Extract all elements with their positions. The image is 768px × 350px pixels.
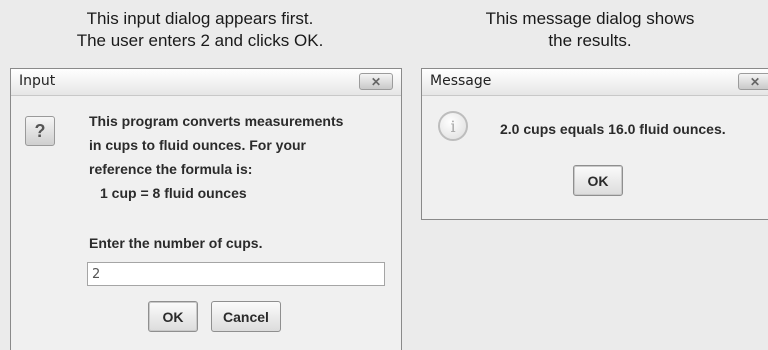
result-message: 2.0 cups equals 16.0 fluid ounces. <box>500 121 726 137</box>
caption-line: This input dialog appears first. <box>86 9 314 28</box>
close-icon: ✕ <box>749 74 761 89</box>
input-dialog-titlebar[interactable]: Input ✕ <box>11 69 401 96</box>
caption-line: This message dialog shows <box>485 9 695 28</box>
caption-line: the results. <box>548 31 632 50</box>
message-line: in cups to fluid ounces. For your <box>89 137 307 153</box>
message-ok-button[interactable]: OK <box>573 165 623 196</box>
message-dialog-title: Message <box>430 73 492 89</box>
cups-input[interactable] <box>87 262 385 286</box>
caption-input-dialog: This input dialog appears first. The use… <box>20 8 380 52</box>
close-icon: ✕ <box>370 74 382 89</box>
input-ok-button[interactable]: OK <box>148 301 198 332</box>
information-icon: i <box>438 111 468 141</box>
message-dialog-titlebar[interactable]: Message ✕ <box>422 69 768 96</box>
question-icon-glyph: ? <box>34 120 46 141</box>
message-line: reference the formula is: <box>89 161 253 177</box>
question-icon: ? <box>25 116 55 146</box>
caption-message-dialog: This message dialog shows the results. <box>420 8 760 52</box>
cups-prompt-label: Enter the number of cups. <box>89 235 263 251</box>
message-line: This program converts measurements <box>89 113 344 129</box>
message-dialog: Message ✕ i 2.0 cups equals 16.0 fluid o… <box>421 68 768 220</box>
input-cancel-button[interactable]: Cancel <box>211 301 281 332</box>
information-icon-glyph: i <box>450 116 456 136</box>
input-dialog: Input ✕ ? This program converts measurem… <box>10 68 402 350</box>
input-dialog-message: This program converts measurements in cu… <box>89 109 343 205</box>
input-dialog-close-button[interactable]: ✕ <box>359 73 393 90</box>
caption-line: The user enters 2 and clicks OK. <box>76 31 324 50</box>
input-dialog-title: Input <box>19 73 56 89</box>
message-dialog-close-button[interactable]: ✕ <box>738 73 768 90</box>
message-line: 1 cup = 8 fluid ounces <box>100 185 247 201</box>
